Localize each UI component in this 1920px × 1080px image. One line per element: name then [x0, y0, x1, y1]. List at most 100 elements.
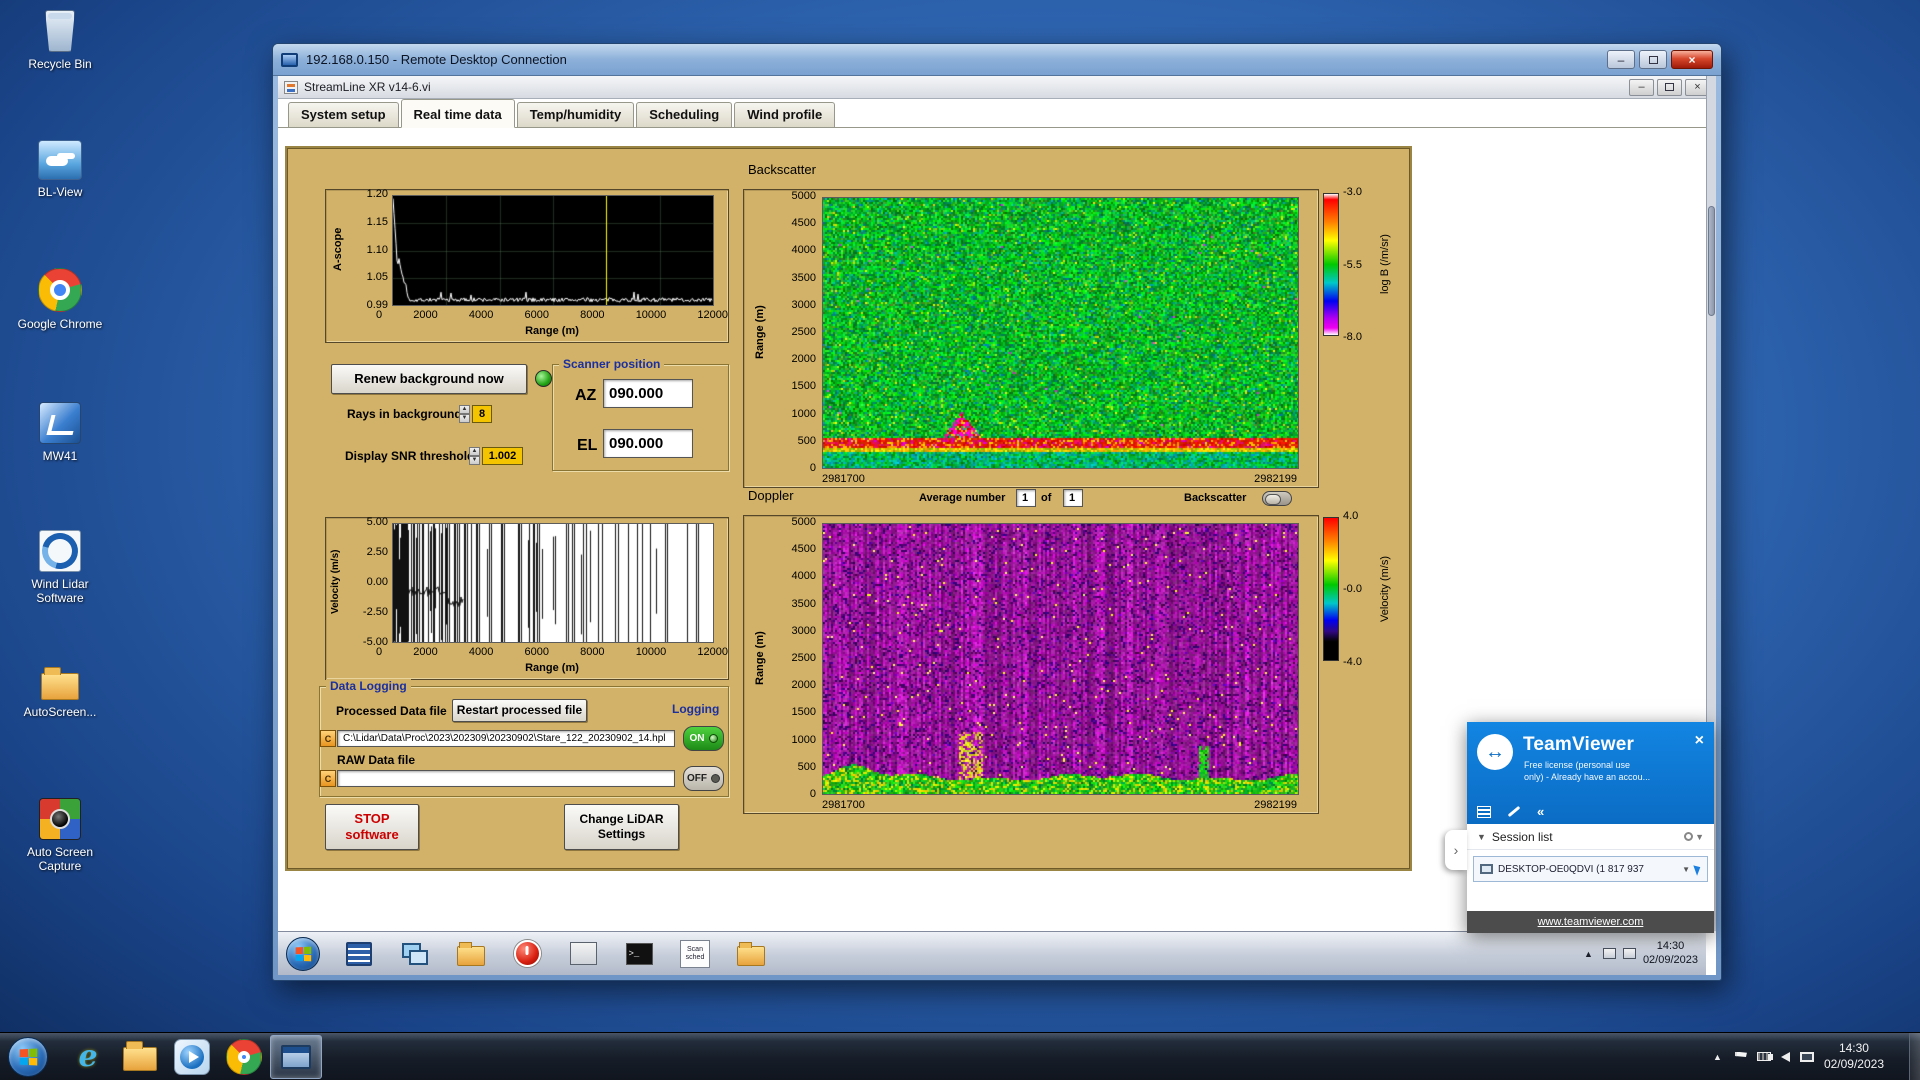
- rdp-restore-button[interactable]: [1639, 50, 1667, 69]
- remote-taskbar-cmd-app[interactable]: >_: [622, 938, 656, 970]
- remote-desktop-icon: [281, 52, 298, 67]
- processed-path-field[interactable]: [337, 730, 675, 747]
- remote-hidden-icons-button[interactable]: ▲: [1581, 946, 1596, 962]
- el-input[interactable]: [604, 435, 692, 452]
- chevron-down-icon[interactable]: ▼: [1682, 865, 1690, 874]
- taskbar-internet-explorer[interactable]: e: [62, 1035, 114, 1079]
- rdp-close-button[interactable]: ×: [1671, 50, 1713, 69]
- taskbar-media-player[interactable]: [166, 1035, 218, 1079]
- collapse-icon[interactable]: «: [1537, 805, 1544, 818]
- desktop-icon-autoscreen[interactable]: AutoScreen...: [10, 664, 110, 719]
- processed-path-input[interactable]: [338, 733, 674, 744]
- remote-taskbar-folder-app[interactable]: [454, 938, 488, 970]
- rays-value[interactable]: 8: [472, 405, 492, 423]
- raw-path-input[interactable]: [338, 773, 674, 784]
- remote-clock[interactable]: 14:30 02/09/2023: [1643, 940, 1698, 968]
- average-number-input[interactable]: [1017, 492, 1035, 504]
- labview-vi-icon: [284, 80, 298, 94]
- tab-wind-profile[interactable]: Wind profile: [734, 102, 836, 127]
- remote-taskbar-scan-scheduler[interactable]: Scan sched: [678, 938, 712, 970]
- remote-taskbar-notebook-app[interactable]: [342, 938, 376, 970]
- stop-software-button[interactable]: STOP software: [325, 804, 419, 850]
- processed-drive-button[interactable]: C: [320, 730, 336, 747]
- tick-label: 1.05: [366, 271, 388, 284]
- tick-label: -2.50: [362, 606, 388, 618]
- remote-taskbar-xr-app[interactable]: [566, 938, 600, 970]
- network-icon[interactable]: [1799, 1051, 1814, 1062]
- remote-taskbar-power-app[interactable]: [510, 938, 544, 970]
- start-button[interactable]: [8, 1036, 48, 1077]
- session-list-item[interactable]: DESKTOP-OE0QDVI (1 817 937 ▼: [1473, 856, 1708, 882]
- snr-spinner[interactable]: ▲ ▼: [469, 447, 480, 465]
- scanner-position-group: Scanner position AZ EL: [552, 357, 729, 471]
- renew-background-button[interactable]: Renew background now: [331, 364, 527, 394]
- tick-label: 6000: [524, 646, 549, 658]
- chrome-icon: [226, 1038, 262, 1075]
- change-lidar-settings-button[interactable]: Change LiDAR Settings: [564, 804, 679, 850]
- rays-spinner[interactable]: ▲ ▼: [459, 405, 470, 423]
- annotate-icon[interactable]: [1507, 805, 1521, 818]
- app-restore-button[interactable]: [1657, 78, 1682, 96]
- az-label: AZ: [575, 387, 597, 404]
- rdp-minimize-button[interactable]: –: [1607, 50, 1635, 69]
- taskbar-remote-desktop-active[interactable]: [270, 1034, 322, 1079]
- tick-label: 5000: [791, 190, 816, 202]
- remote-taskbar-network-app[interactable]: [398, 938, 432, 970]
- show-hidden-icons-button[interactable]: ▲: [1710, 1049, 1725, 1065]
- backscatter-display-toggle[interactable]: [1262, 491, 1292, 506]
- remote-volume-icon[interactable]: [1602, 948, 1616, 959]
- teamviewer-link[interactable]: www.teamviewer.com: [1538, 916, 1644, 928]
- teamviewer-close-icon[interactable]: ×: [1695, 732, 1704, 750]
- remote-network-icon[interactable]: [1622, 948, 1636, 959]
- teamviewer-toolbar: «: [1477, 805, 1544, 818]
- remote-taskbar-documents-folder[interactable]: [734, 938, 768, 970]
- processed-logging-toggle[interactable]: ON: [683, 726, 724, 751]
- tab-system-setup[interactable]: System setup: [288, 102, 399, 127]
- remote-cursor-icon: [1693, 862, 1703, 876]
- raw-toggle-label: OFF: [687, 773, 707, 784]
- tab-temp-humidity[interactable]: Temp/humidity: [516, 102, 635, 127]
- velocity-y-ticks: 5.00 2.50 0.00 -2.50 -5.00: [348, 516, 388, 648]
- restore-icon: [1665, 83, 1674, 91]
- session-list-header[interactable]: ▼ Session list ▼: [1467, 824, 1714, 850]
- az-field[interactable]: [603, 379, 693, 408]
- tab-scheduling[interactable]: Scheduling: [636, 102, 733, 127]
- taskbar-google-chrome[interactable]: [218, 1035, 270, 1079]
- raw-logging-toggle[interactable]: OFF: [683, 766, 724, 791]
- average-total-input[interactable]: [1064, 492, 1082, 504]
- desktop-icon-wind-lidar[interactable]: Wind Lidar Software: [10, 530, 110, 606]
- desktop-icon-auto-screen-capture[interactable]: Auto Screen Capture: [10, 798, 110, 874]
- remote-start-button[interactable]: [286, 936, 320, 971]
- computers-icon: [402, 942, 428, 965]
- tab-real-time-data[interactable]: Real time data: [400, 99, 515, 128]
- desktop-icon-google-chrome[interactable]: Google Chrome: [10, 268, 110, 331]
- restart-processed-file-button[interactable]: Restart processed file: [452, 699, 587, 722]
- snr-value[interactable]: 1.002: [482, 447, 523, 465]
- el-field[interactable]: [603, 429, 693, 458]
- app-minimize-button[interactable]: –: [1629, 78, 1654, 96]
- taskbar-file-explorer[interactable]: [114, 1035, 166, 1079]
- average-total-field[interactable]: [1063, 489, 1083, 507]
- xr-window-icon: [569, 942, 597, 965]
- remote-system-tray: ▲ 14:30 02/09/2023: [1581, 932, 1698, 975]
- session-settings-button[interactable]: ▼: [1684, 832, 1704, 842]
- desktop-icon-recycle-bin[interactable]: Recycle Bin: [10, 10, 110, 71]
- taskbar-clock[interactable]: 14:30 02/09/2023: [1824, 1041, 1884, 1072]
- scrollbar-thumb[interactable]: [1708, 206, 1715, 316]
- windows-flag-icon: [295, 946, 312, 961]
- action-center-flag-icon[interactable]: [1734, 1051, 1747, 1062]
- session-list-icon[interactable]: [1477, 805, 1491, 818]
- average-number-field[interactable]: [1016, 489, 1036, 507]
- raw-drive-button[interactable]: C: [320, 770, 336, 787]
- mw41-icon: [39, 402, 81, 444]
- az-input[interactable]: [604, 385, 692, 402]
- raw-data-file-label: RAW Data file: [337, 753, 416, 767]
- app-titlebar[interactable]: StreamLine XR v14-6.vi – ×: [278, 76, 1716, 99]
- desktop-icon-mw41[interactable]: MW41: [10, 402, 110, 463]
- raw-path-field[interactable]: [337, 770, 675, 787]
- volume-icon[interactable]: [1767, 1051, 1790, 1062]
- rdp-titlebar[interactable]: 192.168.0.150 - Remote Desktop Connectio…: [273, 44, 1721, 76]
- desktop-icon-bl-view[interactable]: BL-View: [10, 140, 110, 199]
- show-desktop-button[interactable]: [1909, 1033, 1920, 1080]
- teamviewer-panel-handle[interactable]: ›: [1445, 830, 1467, 870]
